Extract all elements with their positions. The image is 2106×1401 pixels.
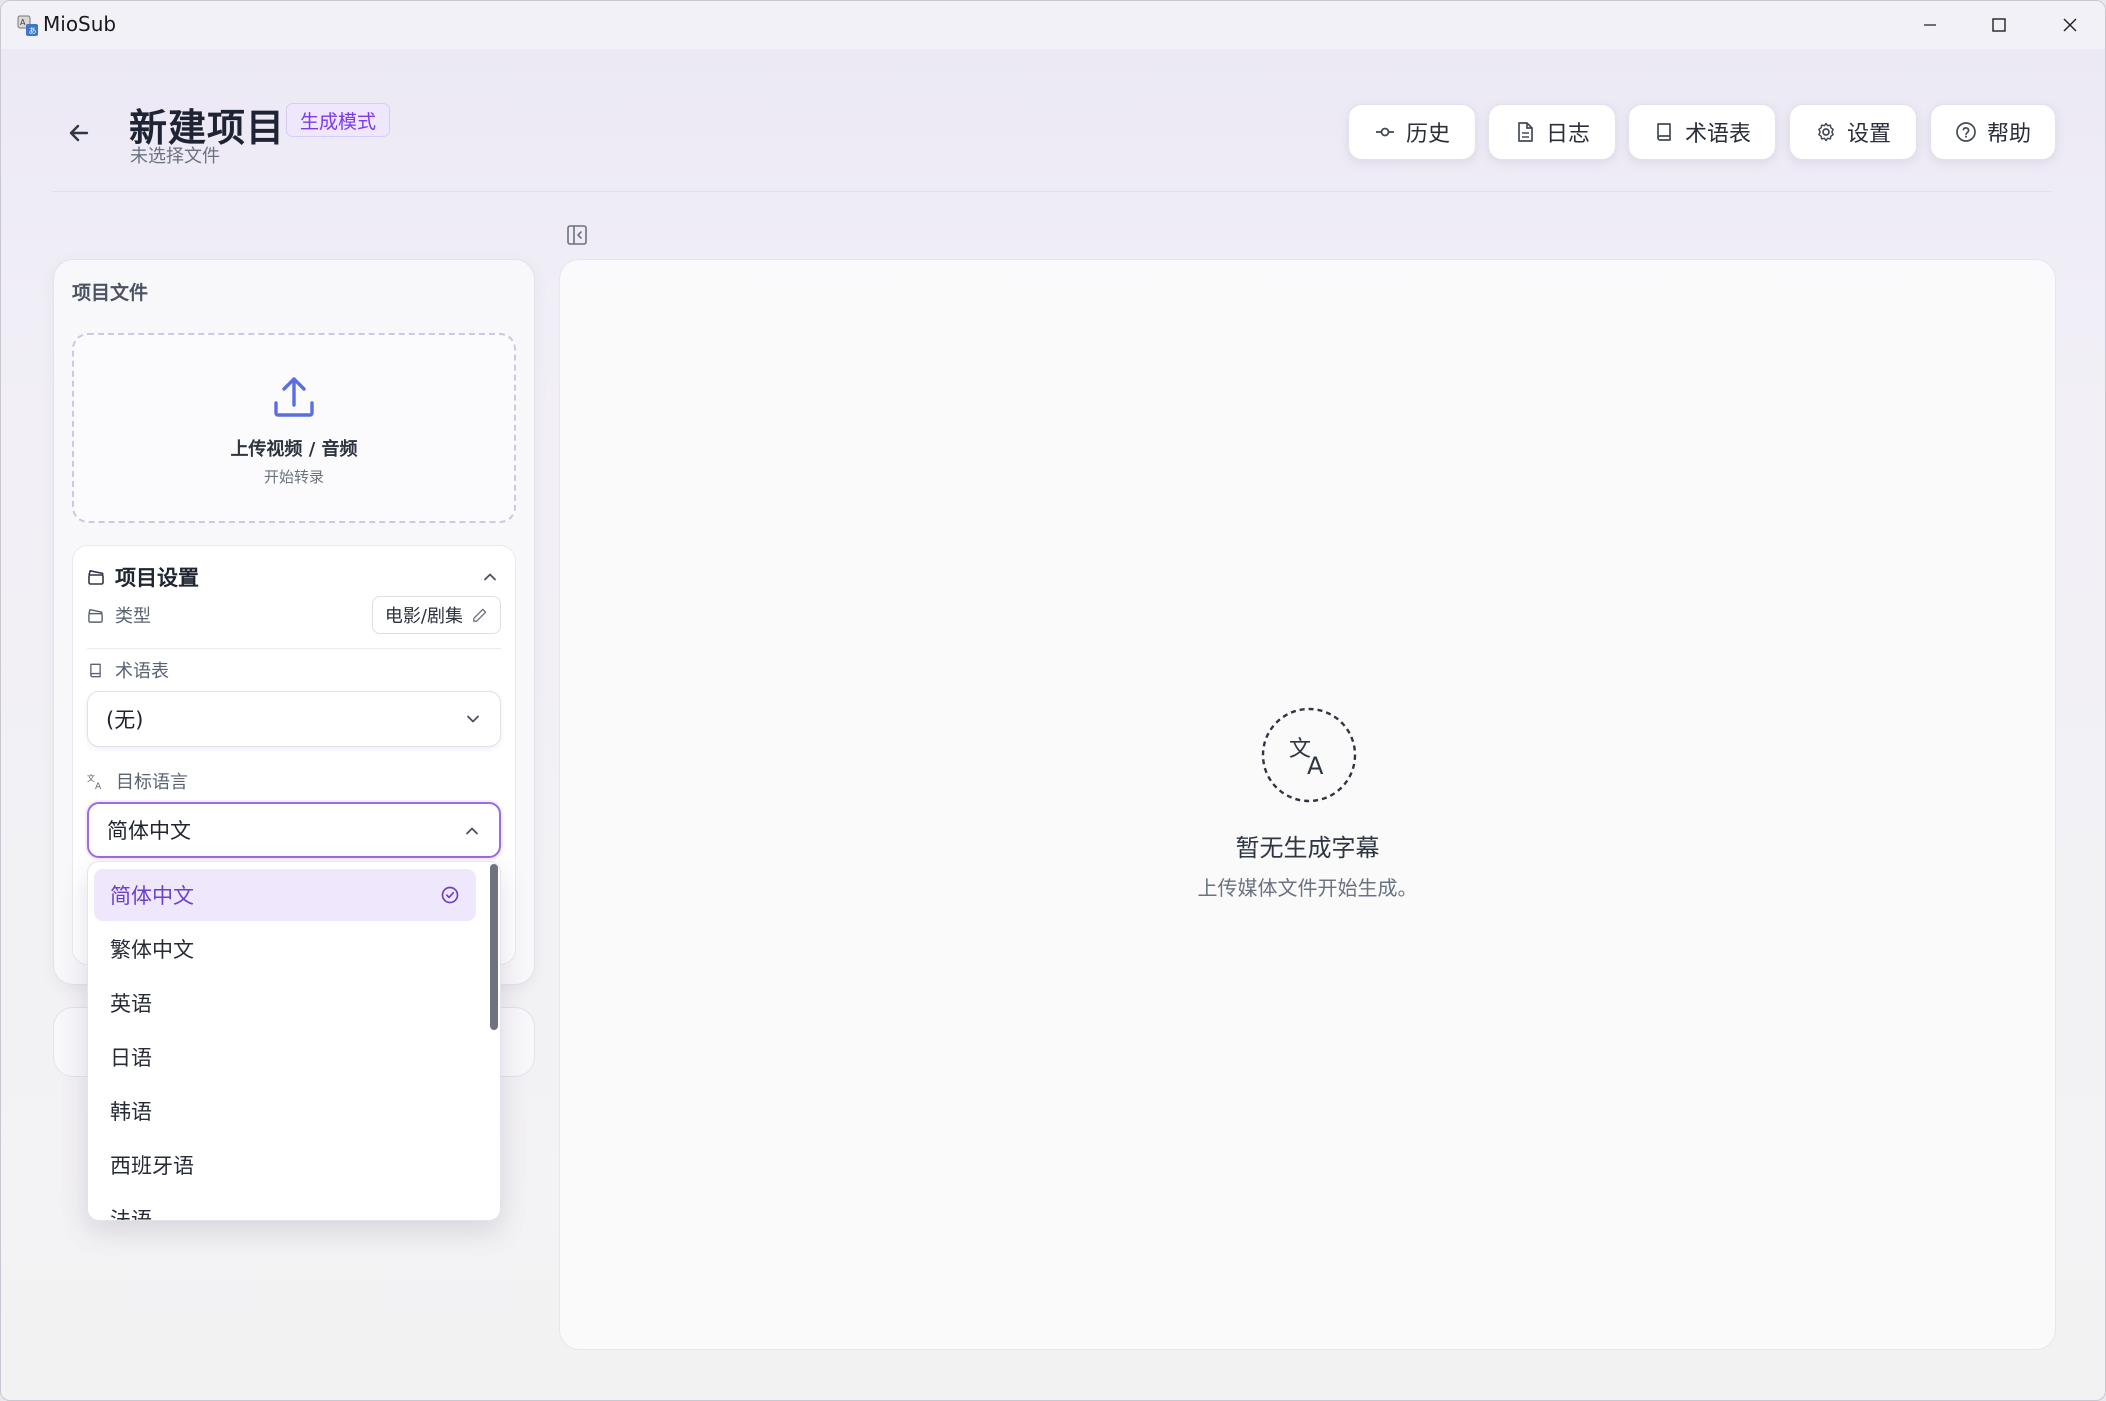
language-option-label: 英语 [110,992,152,1016]
help-button[interactable]: 帮助 [1930,104,2056,160]
upload-title: 上传视频 / 音频 [230,439,358,460]
glossary-button-label: 术语表 [1684,122,1751,147]
empty-state-subtitle: 上传媒体文件开始生成。 [1197,876,1418,900]
language-option[interactable]: 英语 [94,977,476,1029]
help-button-label: 帮助 [1986,122,2031,147]
settings-button[interactable]: 设置 [1789,104,1917,160]
chevron-down-icon [467,715,479,723]
close-icon [2063,18,2077,32]
book-icon [90,663,101,677]
back-button[interactable] [57,113,101,153]
svg-text:文: 文 [87,773,95,783]
language-option[interactable]: 简体中文 [94,869,476,921]
type-value: 电影/剧集 [384,606,463,627]
language-option[interactable]: 韩语 [94,1085,476,1137]
check-circle-icon [441,886,459,904]
project-settings-header[interactable]: 项目设置 [87,562,199,592]
chevron-up-icon[interactable] [481,568,499,586]
clapperboard-icon [88,570,104,585]
dropdown-scrollbar[interactable] [490,864,498,1030]
log-button[interactable]: 日志 [1488,104,1616,160]
settings-button-label: 设置 [1846,122,1891,147]
target-language-select-value: 简体中文 [107,819,191,843]
glossary-label: 术语表 [115,661,169,682]
app-window: A あ MioSub 新建项目 生成模式 未选择文件 历史 日志 术语表 设置 … [0,0,2106,1401]
window-title: MioSub [43,12,117,36]
language-option-label: 韩语 [110,1100,152,1124]
upload-icon [274,377,314,417]
upload-subtitle: 开始转录 [263,468,324,486]
glossary-label-row: 术语表 [87,657,169,683]
upload-dropzone[interactable]: 上传视频 / 音频 开始转录 [72,333,516,523]
language-option-label: 繁体中文 [110,938,194,962]
glossary-select-value: (无) [106,708,144,732]
minimize-icon [1924,24,1936,26]
translate-icon: 文 A [87,773,102,790]
project-files-title: 项目文件 [72,282,149,304]
target-language-label-row: 文 A 目标语言 [87,768,188,794]
subtitle-output-panel: 文 A 暂无生成字幕 上传媒体文件开始生成。 [559,259,2056,1350]
app-logo-icon: A あ [17,15,38,36]
translate-icon: 文 A [1261,707,1357,803]
page-subtitle: 未选择文件 [130,146,220,167]
glossary-select[interactable]: (无) [87,691,501,747]
language-option[interactable]: 西班牙语 [94,1139,476,1191]
svg-text:A: A [95,782,102,790]
project-settings-title: 项目设置 [115,566,199,590]
language-option-label: 西班牙语 [110,1154,194,1178]
collapse-sidebar-icon[interactable] [566,224,588,246]
title-bar: A あ MioSub [1,1,2105,49]
type-label-row: 类型 [87,602,151,628]
chevron-up-icon [466,827,478,835]
language-option[interactable]: 法语 [94,1193,476,1221]
glossary-button[interactable]: 术语表 [1628,104,1776,160]
book-icon [1657,123,1671,141]
svg-text:A: A [1307,752,1324,780]
clapperboard-icon [88,608,103,623]
header-divider [53,191,2051,192]
document-icon [1518,122,1533,142]
close-button[interactable] [2035,1,2105,49]
history-button[interactable]: 历史 [1348,104,1476,160]
svg-text:あ: あ [29,27,37,36]
target-language-select[interactable]: 简体中文 [87,802,501,858]
mode-badge: 生成模式 [286,103,391,137]
row-divider [87,648,501,649]
maximize-icon [1992,18,2006,32]
log-button-label: 日志 [1545,122,1590,147]
language-option-label: 简体中文 [110,884,194,908]
target-language-label: 目标语言 [116,772,188,793]
language-option[interactable]: 日语 [94,1031,476,1083]
history-icon [1375,127,1394,137]
empty-state-title: 暂无生成字幕 [1235,834,1380,862]
target-language-dropdown: 简体中文 繁体中文 英语 日语 韩语 西班牙语 法语 [87,861,501,1221]
svg-text:A: A [20,18,26,27]
language-option[interactable]: 繁体中文 [94,923,476,975]
help-icon [1956,122,1976,142]
pencil-icon [473,608,487,622]
minimize-button[interactable] [1895,1,1965,49]
type-label: 类型 [115,606,151,627]
maximize-button[interactable] [1964,1,2034,49]
history-button-label: 历史 [1405,122,1450,147]
language-option-label: 法语 [110,1208,152,1221]
gear-icon [1818,122,1834,142]
language-option-label: 日语 [110,1046,152,1070]
type-edit-button[interactable]: 电影/剧集 [371,596,501,634]
arrow-left-icon [69,124,89,142]
